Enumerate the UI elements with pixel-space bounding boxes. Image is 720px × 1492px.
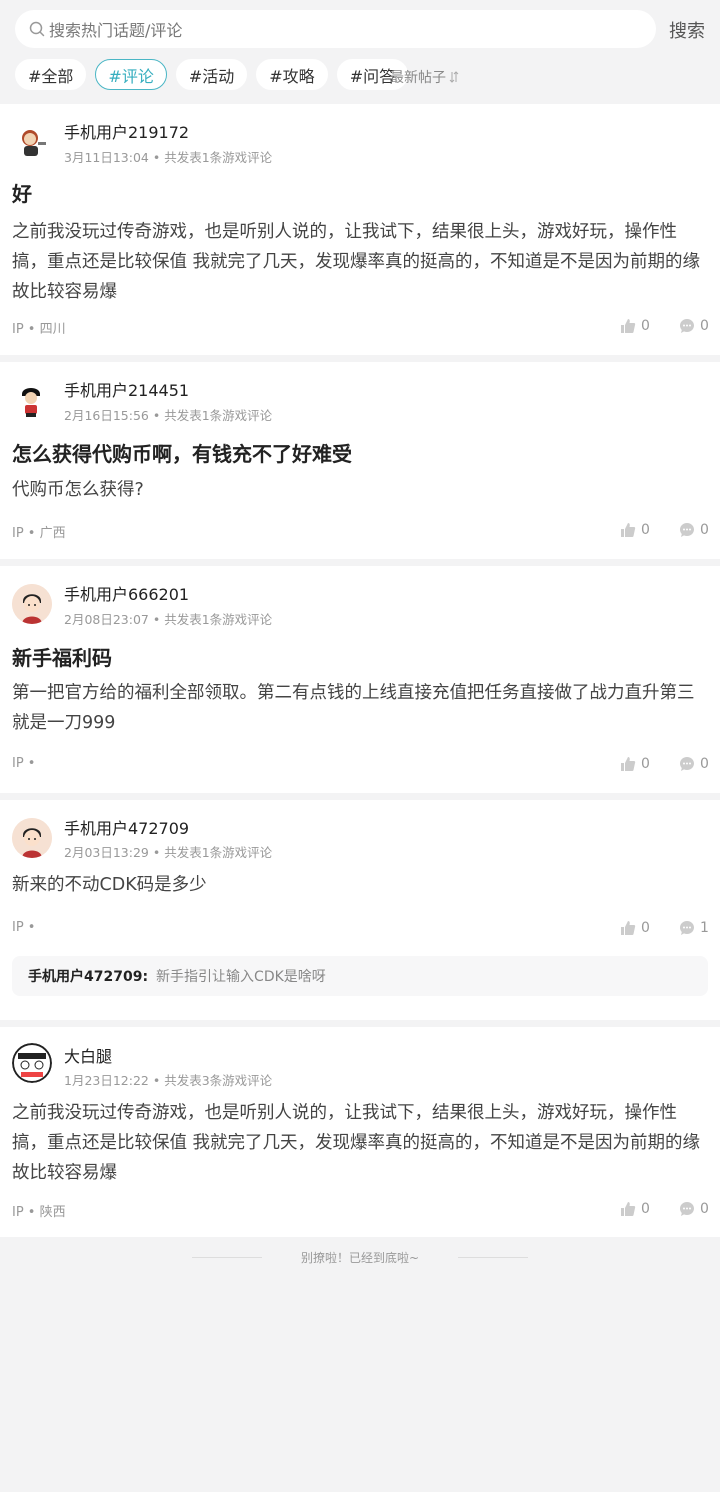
- divider-right: [458, 1257, 528, 1258]
- post-body: 之前我没玩过传奇游戏，也是听别人说的，让我试下，结果很上头，游戏好玩，操作性搞，…: [12, 1103, 701, 1183]
- comment-button[interactable]: 0: [679, 522, 709, 538]
- search-input[interactable]: 搜索热门话题/评论: [15, 10, 656, 48]
- comment-count: 0: [700, 756, 709, 772]
- list-end-footer: 别撩啦！已经到底啦~: [0, 1249, 720, 1267]
- like-button[interactable]: 0: [620, 756, 650, 772]
- avatar[interactable]: [12, 1043, 52, 1083]
- comment-count: 0: [700, 318, 709, 334]
- post-card[interactable]: 手机用户472709 2月03日13:29 • 共发表1条游戏评论 新来的不动C…: [0, 800, 720, 1020]
- comment-button[interactable]: 0: [679, 1201, 709, 1217]
- avatar[interactable]: [12, 122, 52, 162]
- comment-icon: [680, 757, 694, 771]
- comment-count: 0: [700, 1201, 709, 1217]
- reply-text: 新手指引让输入CDK是啥呀: [156, 969, 326, 985]
- search-icon: [27, 19, 47, 39]
- username[interactable]: 大白腿: [64, 1043, 112, 1067]
- post-card[interactable]: 手机用户214451 2月16日15:56 • 共发表1条游戏评论 怎么获得代购…: [0, 362, 720, 559]
- comment-icon: [680, 319, 694, 333]
- comment-button[interactable]: 1: [679, 920, 709, 936]
- tag-bar: #全部 #评论 #活动 #攻略 #问答: [15, 59, 409, 90]
- sort-dropdown[interactable]: 最新帖子: [390, 67, 459, 87]
- thumbs-up-icon: [621, 921, 636, 935]
- thumbs-up-icon: [621, 319, 636, 333]
- like-button[interactable]: 0: [620, 522, 650, 538]
- top-bar: 搜索热门话题/评论 搜索 #全部 #评论 #活动 #攻略 #问答 最新帖子: [0, 0, 720, 103]
- thumbs-up-icon: [621, 523, 636, 537]
- tag-all[interactable]: #全部: [15, 59, 87, 90]
- like-count: 0: [641, 318, 650, 334]
- tag-review[interactable]: #评论: [95, 59, 167, 90]
- ip-location: IP • 陕西: [12, 1205, 66, 1220]
- post-body: 之前我没玩过传奇游戏，也是听别人说的，让我试下，结果很上头，游戏好玩，操作性搞，…: [12, 222, 701, 302]
- like-count: 0: [641, 1201, 650, 1217]
- post-meta: 3月11日13:04 • 共发表1条游戏评论: [64, 150, 273, 165]
- like-button[interactable]: 0: [620, 920, 650, 936]
- post-card[interactable]: 手机用户219172 3月11日13:04 • 共发表1条游戏评论 好 之前我没…: [0, 104, 720, 355]
- comment-icon: [680, 523, 694, 537]
- tag-activity[interactable]: #活动: [175, 59, 248, 90]
- username[interactable]: 手机用户472709: [64, 815, 189, 839]
- like-count: 0: [641, 920, 650, 936]
- ip-location: IP • 广西: [12, 526, 66, 541]
- avatar[interactable]: [12, 818, 52, 858]
- post-meta: 2月16日15:56 • 共发表1条游戏评论: [64, 408, 273, 423]
- ip-location: IP •: [12, 756, 36, 771]
- tag-guide[interactable]: #攻略: [256, 59, 328, 90]
- post-title: 好: [12, 182, 32, 206]
- like-count: 0: [641, 756, 650, 772]
- comment-count: 1: [700, 920, 709, 936]
- post-meta: 1月23日12:22 • 共发表3条游戏评论: [64, 1073, 273, 1088]
- thumbs-up-icon: [621, 1202, 636, 1216]
- end-of-list-text: 别撩啦！已经到底啦~: [300, 1251, 420, 1265]
- ip-location: IP •: [12, 920, 36, 935]
- like-button[interactable]: 0: [620, 1201, 650, 1217]
- username[interactable]: 手机用户219172: [64, 119, 189, 143]
- post-title: 新手福利码: [12, 646, 112, 670]
- comment-icon: [680, 921, 694, 935]
- post-body: 代购币怎么获得?: [12, 480, 144, 500]
- ip-location: IP • 四川: [12, 322, 66, 337]
- reply-preview[interactable]: 手机用户472709: 新手指引让输入CDK是啥呀: [12, 956, 708, 996]
- post-title: 怎么获得代购币啊，有钱充不了好难受: [12, 442, 352, 466]
- search-button[interactable]: 搜索: [669, 17, 705, 43]
- avatar[interactable]: [12, 380, 52, 420]
- username[interactable]: 手机用户214451: [64, 377, 189, 401]
- post-card[interactable]: 大白腿 1月23日12:22 • 共发表3条游戏评论 之前我没玩过传奇游戏，也是…: [0, 1027, 720, 1237]
- username[interactable]: 手机用户666201: [64, 581, 189, 605]
- thumbs-up-icon: [621, 757, 636, 771]
- post-body: 第一把官方给的福利全部领取。第二有点钱的上线直接充值把任务直接做了战力直升第三就…: [12, 683, 695, 733]
- comment-button[interactable]: 0: [679, 756, 709, 772]
- comment-button[interactable]: 0: [679, 318, 709, 334]
- sort-label: 最新帖子: [390, 70, 446, 86]
- post-meta: 2月03日13:29 • 共发表1条游戏评论: [64, 845, 273, 860]
- post-card[interactable]: 手机用户666201 2月08日23:07 • 共发表1条游戏评论 新手福利码 …: [0, 566, 720, 793]
- like-count: 0: [641, 522, 650, 538]
- post-body: 新来的不动CDK码是多少: [12, 875, 207, 895]
- search-placeholder: 搜索热门话题/评论: [49, 21, 183, 40]
- comment-icon: [680, 1202, 694, 1216]
- avatar[interactable]: [12, 584, 52, 624]
- reply-author: 手机用户472709:: [28, 969, 149, 985]
- like-button[interactable]: 0: [620, 318, 650, 334]
- comment-count: 0: [700, 522, 709, 538]
- sort-icon: [449, 71, 459, 83]
- post-meta: 2月08日23:07 • 共发表1条游戏评论: [64, 612, 273, 627]
